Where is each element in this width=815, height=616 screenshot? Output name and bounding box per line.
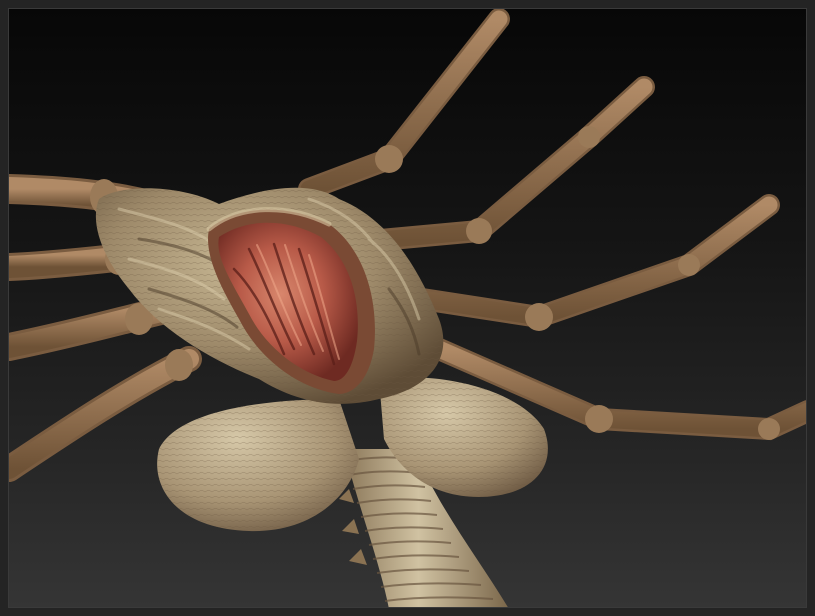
creature-render xyxy=(9,9,806,607)
render-viewport[interactable] xyxy=(8,8,807,608)
viewport-frame xyxy=(0,0,815,616)
